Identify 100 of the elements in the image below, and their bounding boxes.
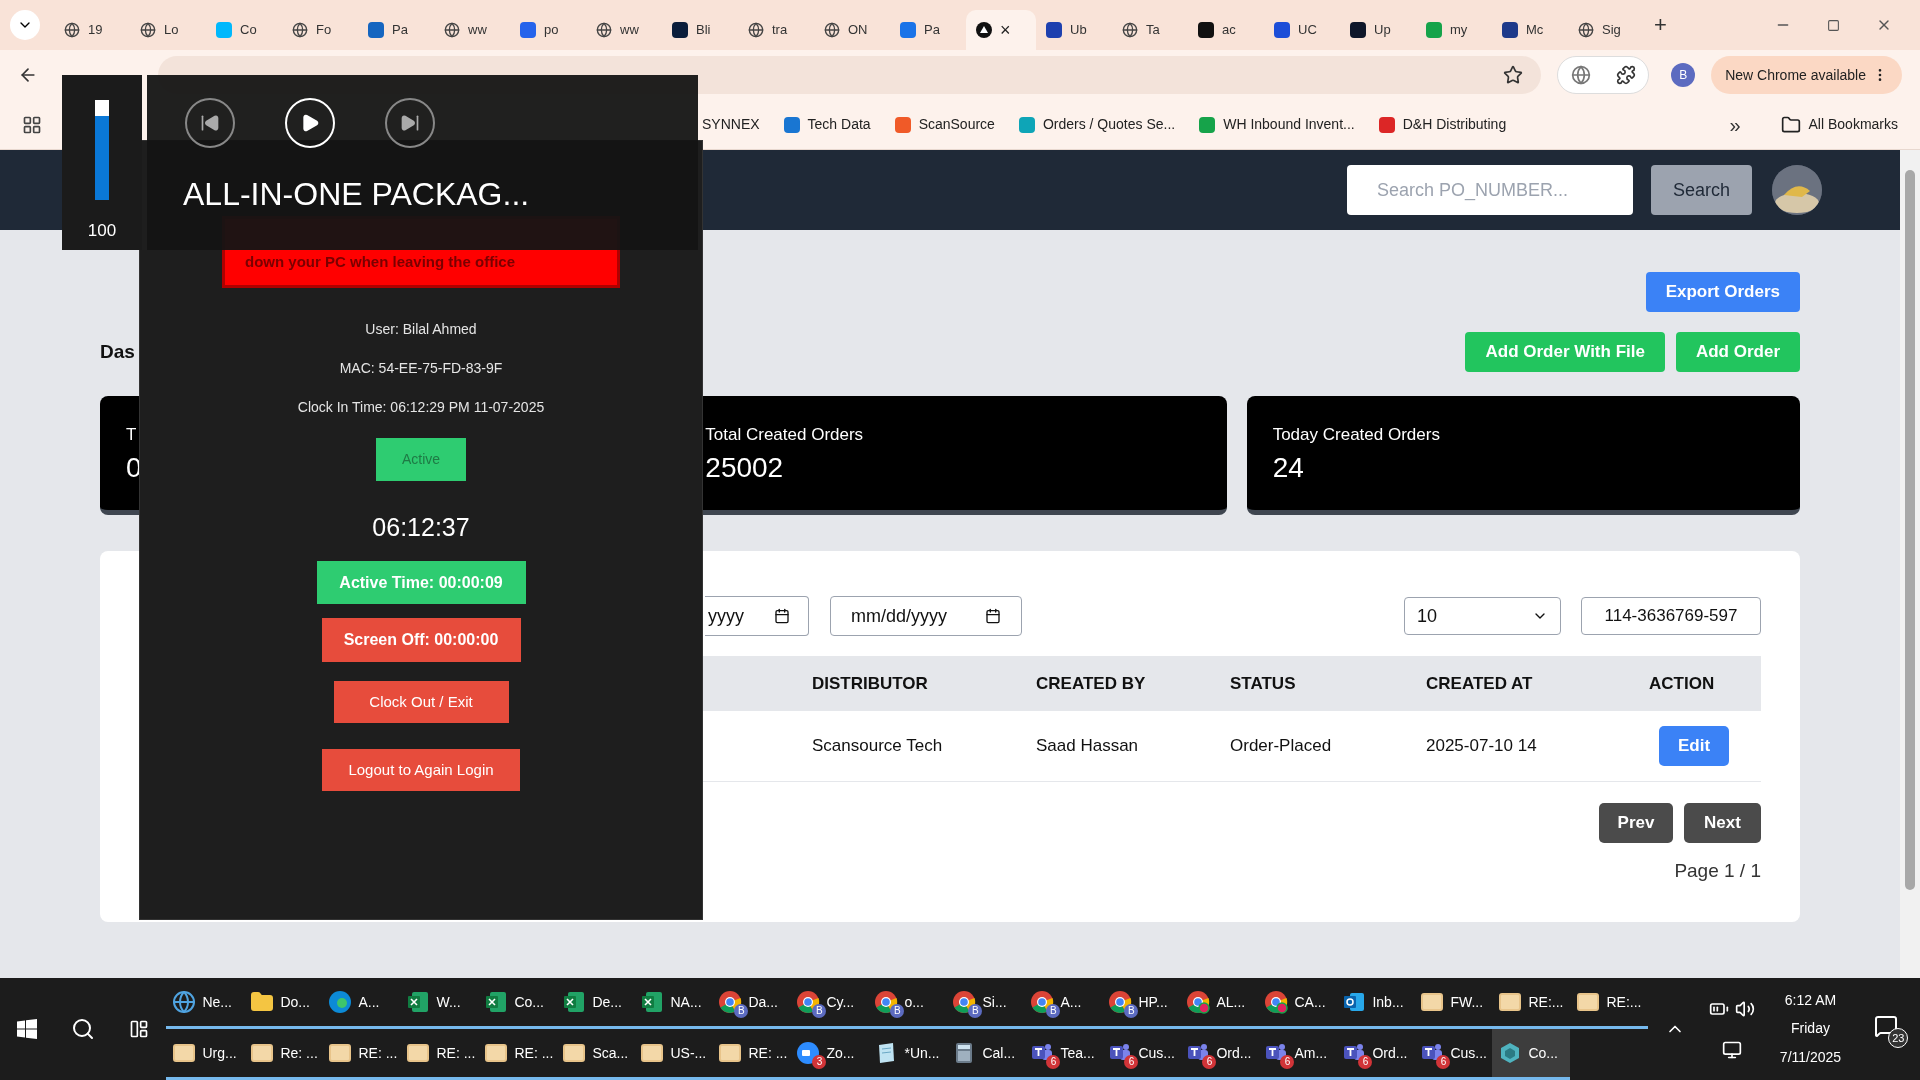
prev-button[interactable]: Prev [1599, 803, 1673, 843]
browser-tab[interactable]: my [1416, 10, 1492, 50]
search-button[interactable]: Search [1651, 165, 1752, 215]
browser-tab[interactable]: Lo [130, 10, 206, 50]
browser-tab[interactable]: Co [206, 10, 282, 50]
taskbar-button[interactable]: *Un... [868, 1029, 947, 1080]
update-button[interactable]: New Chrome available [1711, 56, 1902, 94]
browser-tab[interactable]: Bli [662, 10, 738, 50]
taskbar-button[interactable]: Sca... [556, 1029, 635, 1080]
date-field[interactable]: yyyy [705, 596, 809, 636]
taskbar-button[interactable]: Ne... [166, 978, 245, 1029]
maximize-icon[interactable] [1827, 18, 1840, 32]
taskbar-button[interactable]: RE: ... [400, 1029, 479, 1080]
taskbar-button[interactable]: 6 Ord... [1180, 1029, 1259, 1080]
bookmark-item[interactable]: Tech Data [783, 114, 871, 135]
bookmark-star-icon[interactable] [1503, 65, 1524, 85]
browser-tab[interactable]: Pa [358, 10, 434, 50]
task-view-icon[interactable] [129, 1019, 150, 1039]
taskbar-button[interactable]: 6 Tea... [1024, 1029, 1103, 1080]
browser-tab[interactable]: po [510, 10, 586, 50]
extensions-icon[interactable] [1615, 65, 1636, 85]
browser-tab[interactable]: 19 [54, 10, 130, 50]
browser-tab[interactable]: ON [814, 10, 890, 50]
search-icon[interactable] [71, 1017, 96, 1041]
clock-out-button[interactable]: Clock Out / Exit [333, 681, 509, 723]
column-header: STATUS [1230, 672, 1297, 695]
taskbar-button[interactable]: NA... [634, 978, 713, 1029]
browser-tab[interactable]: ac [1188, 10, 1264, 50]
export-button[interactable]: Export Orders [1645, 272, 1800, 312]
browser-tab[interactable]: tra [738, 10, 814, 50]
all-bookmarks-button[interactable]: All Bookmarks [1780, 114, 1898, 135]
browser-tab[interactable]: Ta [1112, 10, 1188, 50]
browser-tab[interactable]: UC [1264, 10, 1340, 50]
taskbar-button[interactable]: RE:... [1570, 978, 1649, 1029]
browser-tab[interactable]: Up [1340, 10, 1416, 50]
apps-icon[interactable] [22, 114, 42, 135]
taskbar-button[interactable]: 6 Ord... [1336, 1029, 1415, 1080]
taskbar-button[interactable]: 6 Cus... [1102, 1029, 1181, 1080]
clock[interactable]: 6:12 AM Friday 7/11/2025 [1762, 978, 1859, 1080]
taskbar-button[interactable]: 6 Am... [1258, 1029, 1337, 1080]
browser-tab[interactable]: × [966, 10, 1036, 50]
taskbar-button[interactable]: Inb... [1336, 978, 1415, 1029]
windows-logo-icon[interactable] [17, 1019, 38, 1039]
browser-tab[interactable]: Ub [1036, 10, 1112, 50]
taskbar-button[interactable]: FW... [1414, 978, 1493, 1029]
taskbar-button[interactable]: Re: ... [244, 1029, 323, 1080]
browser-tab[interactable]: Fo [282, 10, 358, 50]
taskbar-button[interactable]: De... [556, 978, 635, 1029]
bookmark-item[interactable]: D&H Distributing [1378, 114, 1507, 135]
taskbar-button[interactable]: Co... [1492, 1029, 1571, 1080]
taskbar-button[interactable]: B Si... [946, 978, 1025, 1029]
page-size-select[interactable]: 10 [1404, 597, 1561, 635]
scrollbar[interactable] [1900, 150, 1920, 978]
browser-tab[interactable]: Pa [890, 10, 966, 50]
next-button[interactable]: Next [1684, 803, 1761, 843]
taskbar-button[interactable]: B Da... [712, 978, 791, 1029]
taskbar-button[interactable]: B o... [868, 978, 947, 1029]
order-search-field[interactable]: 114-3636769-597 [1581, 597, 1761, 635]
volume-icon[interactable] [1734, 998, 1755, 1019]
browser-tab[interactable]: ww [434, 10, 510, 50]
taskbar-button[interactable]: RE: ... [322, 1029, 401, 1080]
taskbar-button[interactable]: 3 Zo... [790, 1029, 869, 1080]
date-field[interactable]: mm/dd/yyyy [830, 596, 1022, 636]
taskbar-button[interactable]: Urg... [166, 1029, 245, 1080]
bookmark-item[interactable]: ScanSource [894, 114, 995, 135]
close-icon[interactable]: × [1000, 21, 1011, 39]
more-bookmarks-button[interactable]: » [1729, 109, 1741, 140]
taskbar-button[interactable]: B Cy... [790, 978, 869, 1029]
previous-track-button[interactable] [185, 97, 235, 148]
logout-button[interactable]: Logout to Again Login [322, 749, 520, 791]
next-track-button[interactable] [385, 97, 435, 148]
network-icon[interactable] [1721, 1039, 1742, 1060]
search-field[interactable]: Search PO_NUMBER... [1347, 165, 1633, 215]
taskbar-button[interactable]: B HP... [1102, 978, 1181, 1029]
taskbar-button[interactable]: CA... [1258, 978, 1337, 1029]
bookmark-item[interactable]: Orders / Quotes Se... [1018, 114, 1176, 135]
bookmark-item[interactable]: SYNNEX [702, 114, 760, 135]
calendar-icon[interactable] [774, 608, 790, 624]
user-avatar[interactable] [1772, 165, 1822, 215]
edit-button[interactable]: Edit [1659, 726, 1729, 766]
profile-avatar[interactable]: B [1671, 63, 1696, 87]
taskbar-button[interactable]: B A... [1024, 978, 1103, 1029]
taskbar-button[interactable]: Cal... [946, 1029, 1025, 1080]
taskbar-button[interactable]: A... [322, 978, 401, 1029]
new-tab-button[interactable]: + [1654, 14, 1667, 36]
browser-tab[interactable]: Sig [1568, 10, 1644, 50]
taskbar-button[interactable]: RE: ... [712, 1029, 791, 1080]
browser-tab[interactable]: ww [586, 10, 662, 50]
taskbar-button[interactable]: Co... [478, 978, 557, 1029]
calendar-icon[interactable] [985, 608, 1001, 624]
taskbar-button[interactable]: US-... [634, 1029, 713, 1080]
bookmark-item[interactable]: WH Inbound Invent... [1199, 114, 1355, 135]
globe-icon[interactable] [1570, 65, 1591, 85]
play-button[interactable] [285, 97, 335, 148]
taskbar-button[interactable]: AL... [1180, 978, 1259, 1029]
taskbar-button[interactable]: W... [400, 978, 479, 1029]
taskbar-button[interactable]: RE: ... [478, 1029, 557, 1080]
tab-search-button[interactable] [10, 10, 40, 40]
taskbar-button[interactable]: Do... [244, 978, 323, 1029]
browser-tab[interactable]: Mc [1492, 10, 1568, 50]
